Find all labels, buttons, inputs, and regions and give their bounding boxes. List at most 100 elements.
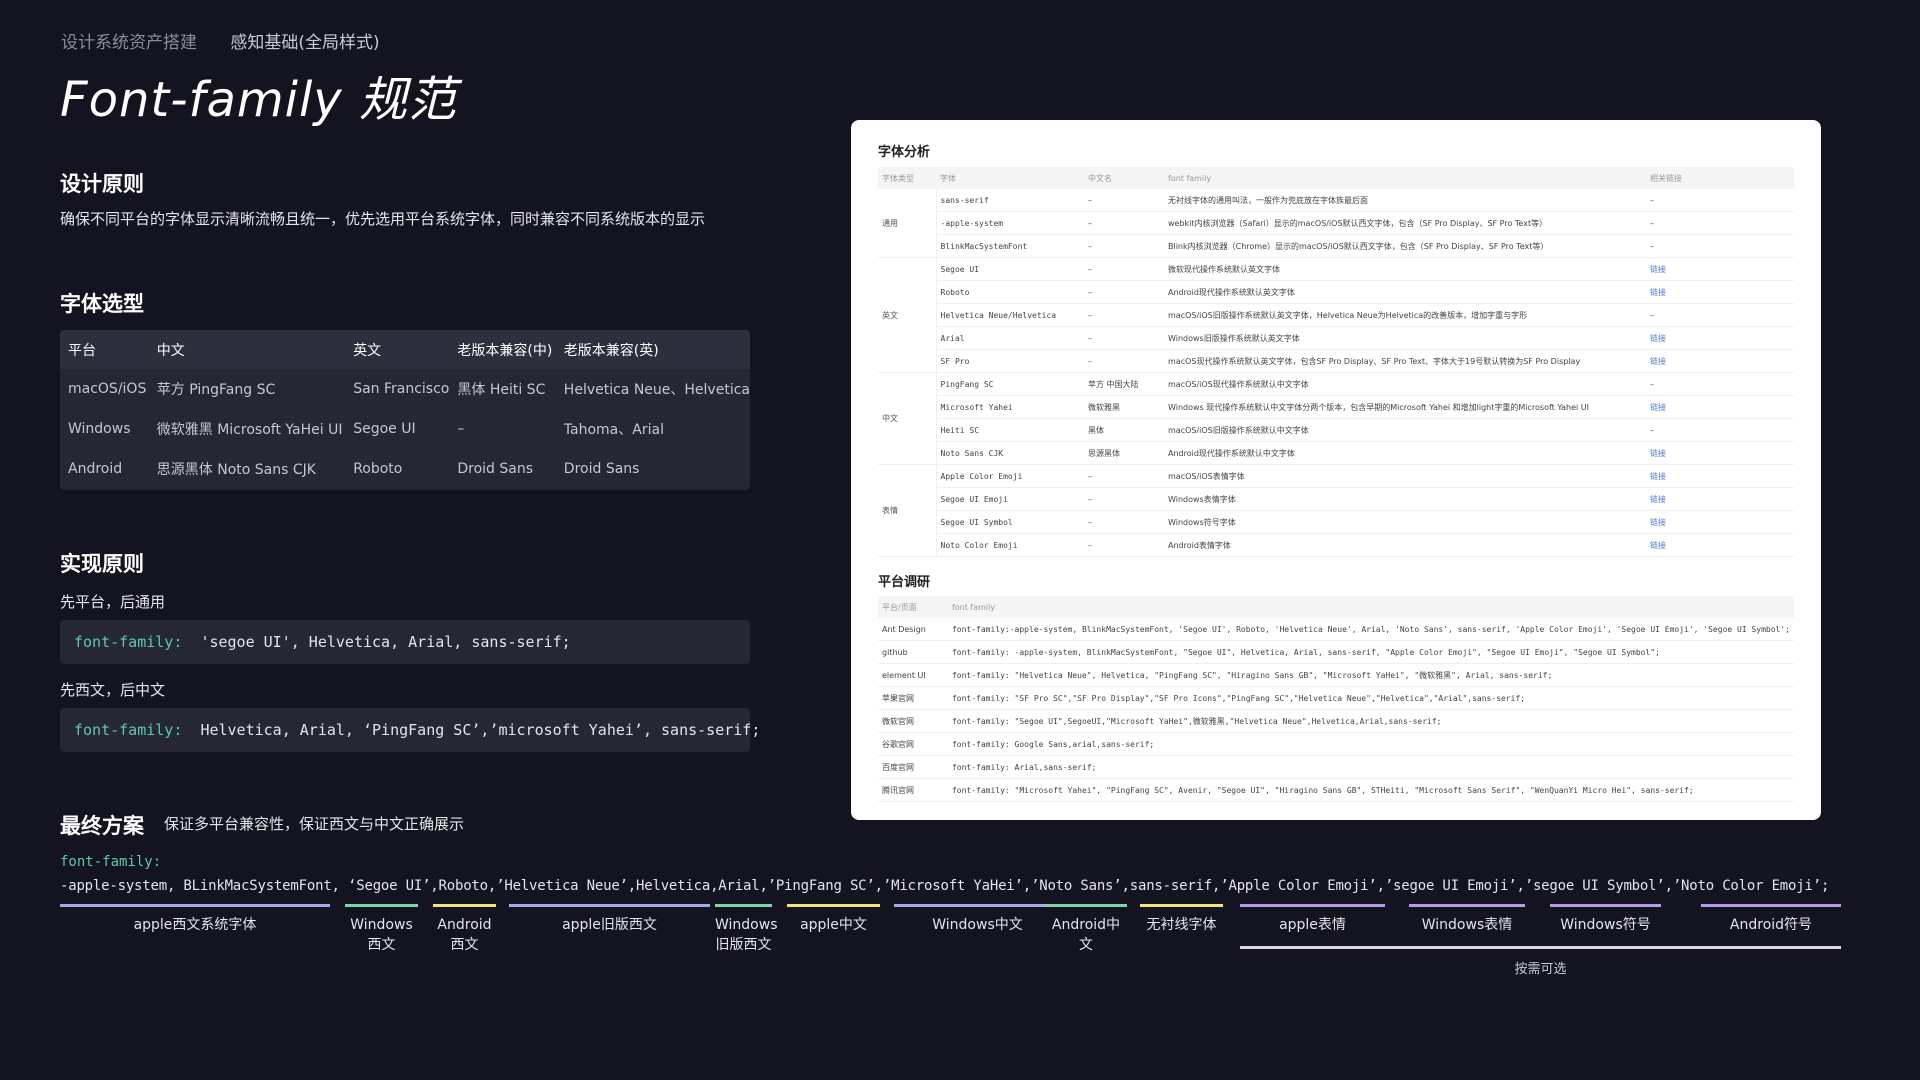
table-cell: Segoe UI Symbol: [936, 510, 1084, 534]
segment-label: apple西文系统字体: [133, 917, 257, 933]
table-cell: Segoe UI Emoji: [936, 487, 1084, 511]
table-row: 苹果官网 font-family: "SF Pro SC","SF Pro Dis…: [878, 686, 1794, 710]
table-row: 腾讯官网 font-family: "Microsoft Yahei", "Pin…: [878, 778, 1794, 802]
table-link[interactable]: 链接: [1646, 464, 1794, 488]
table-cell: –: [1084, 257, 1164, 281]
table-row: 谷歌官网 font-family: Google Sans,arial,sans-…: [878, 732, 1794, 756]
segment-bar: [60, 904, 330, 907]
table-row: element UI font-family: "Helvetica Neue",…: [878, 663, 1794, 687]
table-cell: Helvetica Neue/Helvetica: [936, 303, 1084, 327]
code-snippet-2: font-family: Helvetica, Arial, ‘PingFang…: [60, 708, 760, 752]
table-cell: Droid Sans: [457, 461, 534, 477]
table-header-cell: 中文名: [1084, 167, 1164, 189]
table-link[interactable]: 链接: [1646, 395, 1794, 419]
table-row: Segoe UI Emoji – Windows表情字体 链接: [878, 487, 1794, 511]
table-cell: –: [1084, 303, 1164, 327]
table-group-cell: 英文: [878, 257, 937, 373]
rule-latin-first: 先西文，后中文: [60, 681, 166, 699]
table-link[interactable]: 链接: [1646, 257, 1794, 281]
table-cell: Android表情字体: [1164, 533, 1646, 557]
table-cell: font-family: Google Sans,arial,sans-seri…: [947, 732, 1794, 756]
table-cell: –: [1646, 372, 1794, 396]
segment-label: 无衬线字体: [1146, 917, 1217, 933]
table-cell: 苹果官网: [878, 686, 948, 710]
font-analysis-title: 字体分析: [878, 145, 931, 160]
table-cell: –: [1646, 303, 1794, 327]
segment-label: apple旧版西文: [562, 917, 657, 933]
table-cell: Windows表情字体: [1164, 487, 1646, 511]
table-cell: Roboto: [936, 280, 1084, 304]
table-group-cell: 表情: [878, 464, 937, 557]
breadcrumb: 设计系统资产搭建 感知基础(全局样式): [61, 28, 380, 53]
table-link[interactable]: 链接: [1646, 533, 1794, 557]
platform-survey-table: 平台/页面 font family Ant Design font-family:…: [878, 596, 1794, 802]
table-cell: 微软官网: [878, 709, 948, 733]
table-cell: sans-serif: [936, 189, 1084, 212]
table-row: Roboto – Android现代操作系统默认英文字体 链接: [878, 280, 1794, 304]
table-cell: BlinkMacSystemFont: [936, 234, 1084, 258]
table-cell: Ant Design: [878, 618, 948, 641]
table-cell: San Francisco: [353, 381, 450, 397]
table-cell: 腾讯官网: [878, 778, 948, 802]
segment-label: Windows 旧版西文: [715, 917, 778, 953]
table-row: 百度官网 font-family: Arial,sans-serif;: [878, 755, 1794, 779]
table-cell: –: [1646, 189, 1794, 212]
font-analysis-table: 字体类型 字体 中文名 font family 相关链接 通用 sans-seri…: [878, 167, 1794, 557]
table-row: Noto Sans CJK 思源黑体 Android现代操作系统默认中文字体 链接: [878, 441, 1794, 465]
table-cell: –: [1646, 418, 1794, 442]
table-cell: Noto Color Emoji: [936, 533, 1084, 557]
table-cell: font-family: "Segoe UI",SegoeUI,"Microso…: [947, 709, 1794, 733]
table-header-cell: 平台/页面: [878, 596, 948, 618]
table-cell: macOS/iOS表情字体: [1164, 464, 1646, 488]
segment-bar: [787, 904, 880, 907]
table-header-cell: 平台: [60, 330, 149, 369]
table-header-cell: 相关链接: [1646, 167, 1794, 189]
table-cell: Apple Color Emoji: [936, 464, 1084, 488]
final-title: 最终方案: [60, 814, 144, 838]
table-cell: macOS现代操作系统默认英文字体，包含SF Pro Display、SF Pr…: [1164, 349, 1646, 373]
table-cell: –: [1084, 326, 1164, 350]
table-header-cell: 英文: [345, 330, 450, 369]
table-cell: Windows: [68, 421, 131, 437]
table-link[interactable]: 链接: [1646, 441, 1794, 465]
table-cell: font-family: Arial,sans-serif;: [947, 755, 1794, 779]
table-cell: Roboto: [353, 461, 403, 477]
table-cell: –: [1084, 234, 1164, 258]
table-cell: 苹方 中国大陆: [1084, 372, 1164, 396]
table-cell: Segoe UI: [936, 257, 1084, 281]
table-cell: 思源黑体: [1084, 441, 1164, 465]
table-row: BlinkMacSystemFont – Blink内核浏览器（Chrome）显示的…: [878, 234, 1794, 258]
table-header-cell: 中文: [148, 330, 346, 369]
table-cell: webkit内核浏览器（Safari）显示的macOS/iOS默认西文字体，包含…: [1164, 211, 1646, 235]
table-cell: 黑体: [1084, 418, 1164, 442]
rule-platform-first: 先平台，后通用: [60, 593, 166, 611]
segment-bar: [1550, 904, 1661, 907]
table-row: Microsoft Yahei 微软雅黑 Windows 现代操作系统默认中文字体分…: [878, 395, 1794, 419]
table-row: Segoe UI Symbol – Windows符号字体 链接: [878, 510, 1794, 534]
table-row: Heiti SC 黑体 macOS/iOS旧版操作系统默认中文字体 –: [878, 418, 1794, 442]
table-link[interactable]: 链接: [1646, 349, 1794, 373]
segment-bar: [1701, 904, 1841, 907]
optional-bracket: [1240, 946, 1841, 949]
table-row: 中文 PingFang SC 苹方 中国大陆 macOS/iOS现代操作系统默认中文字…: [878, 372, 1794, 465]
code-key: font-family:: [74, 633, 183, 651]
table-link[interactable]: 链接: [1646, 487, 1794, 511]
table-cell: element UI: [878, 663, 948, 687]
table-cell: font-family: -apple-system, BlinkMacSyst…: [947, 640, 1794, 664]
table-cell: 微软雅黑 Microsoft YaHei UI: [156, 422, 343, 438]
table-cell: 微软现代操作系统默认英文字体: [1164, 257, 1646, 281]
table-cell: macOS/iOS旧版操作系统默认英文字体，Helvetica Neue为Hel…: [1164, 303, 1646, 327]
table-link[interactable]: 链接: [1646, 326, 1794, 350]
table-row: 英文 Segoe UI – 微软现代操作系统默认英文字体 链接: [878, 257, 1794, 373]
table-cell: font-family: "Microsoft Yahei", "PingFan…: [947, 778, 1794, 802]
table-row: -apple-system – webkit内核浏览器（Safari）显示的macO…: [878, 211, 1794, 235]
code-value: Helvetica, Arial, ‘PingFang SC’,’microso…: [200, 721, 761, 739]
segment-label: Android 西文: [437, 917, 492, 953]
font-analysis-card: 字体分析 字体类型 字体 中文名 font family 相关链接 通用 sans…: [851, 120, 1821, 820]
table-row: 微软官网 font-family: "Segoe UI",SegoeUI,"Mic…: [878, 709, 1794, 733]
table-header-cell: 字体类型: [878, 167, 936, 189]
table-link[interactable]: 链接: [1646, 280, 1794, 304]
table-cell: Android现代操作系统默认英文字体: [1164, 280, 1646, 304]
table-link[interactable]: 链接: [1646, 510, 1794, 534]
segment-bar: [715, 904, 772, 907]
